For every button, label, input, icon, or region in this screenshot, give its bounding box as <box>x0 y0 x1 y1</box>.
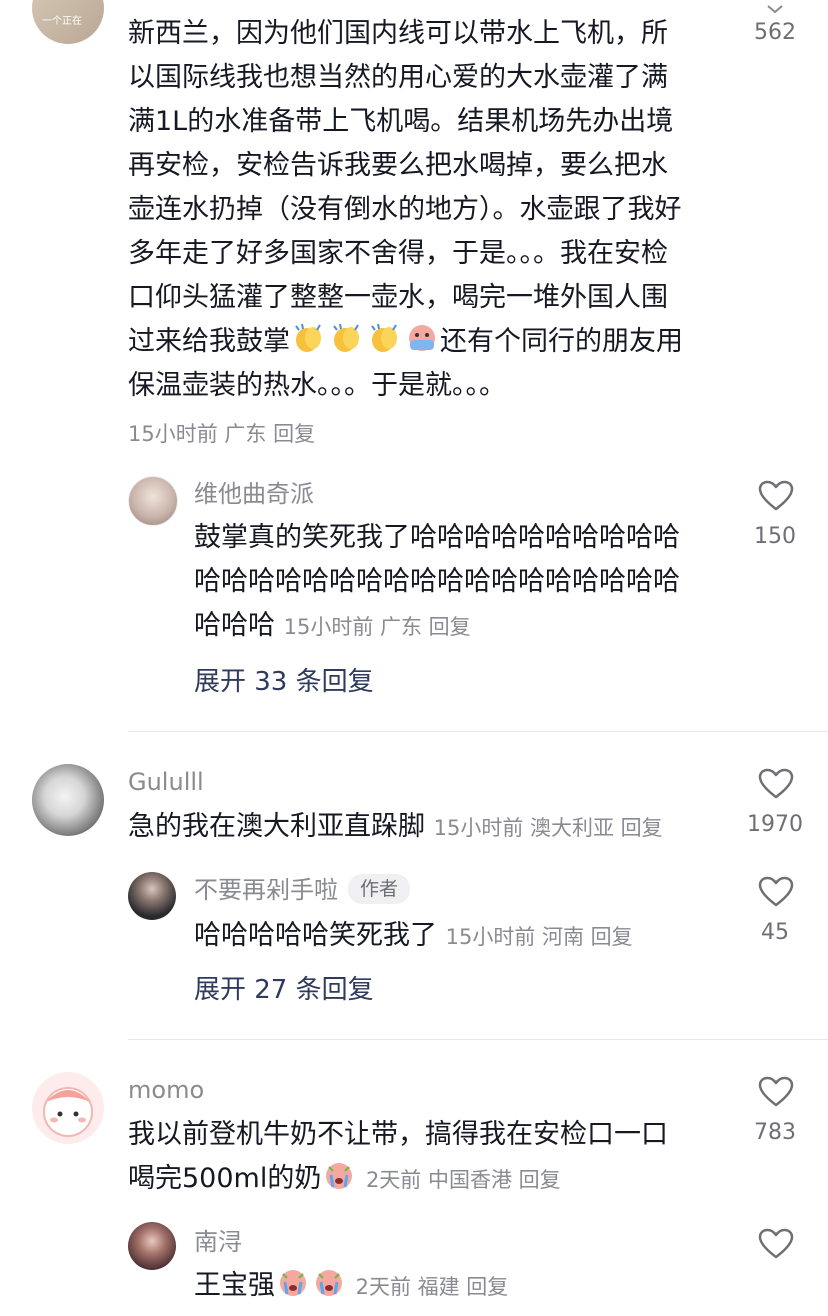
heart-outline-icon[interactable] <box>758 1076 794 1108</box>
expand-replies-button[interactable]: 展开 33 条回复 <box>194 664 374 700</box>
heart-outline-icon[interactable] <box>758 1228 794 1260</box>
clapping-hands-emoji-icon <box>328 322 366 368</box>
comment-line: 哈哈哈 15小时前 广东 回复 <box>194 604 471 649</box>
comment-fragment: 过来给我鼓掌 <box>128 326 290 357</box>
avatar[interactable] <box>128 476 178 526</box>
comment-line: 新西兰，因为他们国内线可以带水上飞机，所 <box>128 18 668 49</box>
like-count: 783 <box>754 1120 796 1145</box>
divider <box>128 731 828 732</box>
comment-line: 保温壶装的热水。。。于是就。。。 <box>128 370 506 401</box>
username[interactable]: 维他曲奇派 <box>194 478 314 510</box>
comment-line: 满1L的水准备带上飞机喝。结果机场先办出境 <box>128 106 674 137</box>
like-count: 1970 <box>747 812 803 837</box>
comment-line: 哈哈哈哈哈哈哈哈哈哈哈哈哈哈哈哈哈哈 <box>194 566 680 597</box>
comment-line: 以国际线我也想当然的用心爱的大水壶灌了满 <box>128 62 668 93</box>
comment-fragment: 急的我在澳大利亚直跺脚 <box>128 811 425 842</box>
avatar[interactable] <box>128 1222 176 1270</box>
comment-meta[interactable]: 15小时前 广东 回复 <box>284 615 471 639</box>
crying-face-emoji-icon <box>321 1159 357 1205</box>
username-text: 不要再剁手啦 <box>194 876 338 904</box>
comment-fragment: 还有个同行的朋友用 <box>440 326 683 357</box>
comment-line: 喝完500ml的奶 2天前 中国香港 回复 <box>128 1157 561 1205</box>
avatar[interactable]: 一个正在 <box>32 0 104 44</box>
scared-face-emoji-icon <box>404 322 440 368</box>
like-count: 45 <box>761 920 789 945</box>
comment-line: 再安检，安检告诉我要么把水喝掉，要么把水 <box>128 150 668 181</box>
comment-meta[interactable]: 15小时前 河南 回复 <box>446 925 633 949</box>
avatar[interactable] <box>32 764 104 836</box>
heart-outline-icon[interactable] <box>758 480 794 512</box>
comment-line: 多年走了好多国家不舍得，于是。。。我在安检 <box>128 238 668 269</box>
comment-line: 壶连水扔掉（没有倒水的地方）。水壶跟了我好 <box>128 194 682 225</box>
username[interactable]: momo <box>128 1074 204 1106</box>
comment-fragment: 喝完500ml的奶 <box>128 1163 322 1194</box>
comment-fragment: 王宝强 <box>194 1270 275 1301</box>
avatar[interactable] <box>32 1072 104 1144</box>
like-count: 562 <box>754 20 796 45</box>
comment-fragment: 哈哈哈 <box>194 610 275 641</box>
comment-meta[interactable]: 2天前 中国香港 回复 <box>366 1168 561 1192</box>
comment-fragment: 哈哈哈哈哈笑死我了 <box>194 920 437 951</box>
username[interactable]: Gululll <box>128 766 204 798</box>
crying-face-emoji-icon <box>311 1266 347 1312</box>
collapse-chevron-icon[interactable] <box>767 0 783 14</box>
heart-outline-icon[interactable] <box>758 876 794 908</box>
comment-line: 急的我在澳大利亚直跺脚 15小时前 澳大利亚 回复 <box>128 805 663 850</box>
comment-meta[interactable]: 15小时前 澳大利亚 回复 <box>434 816 663 840</box>
username[interactable]: 不要再剁手啦 作者 <box>194 874 411 906</box>
avatar[interactable] <box>128 872 176 920</box>
comment-line: 我以前登机牛奶不让带，搞得我在安检口一口 <box>128 1119 668 1150</box>
comment-line: 王宝强 2天前 福建 回复 <box>194 1264 508 1312</box>
clapping-hands-emoji-icon <box>366 322 404 368</box>
comment-line: 过来给我鼓掌 还有个同行的朋友用 <box>128 320 683 368</box>
comment-line: 鼓掌真的笑死我了哈哈哈哈哈哈哈哈哈哈 <box>194 522 680 553</box>
clapping-hands-emoji-icon <box>290 322 328 368</box>
comment-meta[interactable]: 2天前 福建 回复 <box>356 1275 509 1299</box>
cartoon-avatar-icon <box>43 1087 93 1137</box>
username[interactable]: 南浔 <box>194 1226 242 1258</box>
comment-line: 口仰头猛灌了整整一壶水，喝完一堆外国人围 <box>128 282 668 313</box>
avatar-caption: 一个正在 <box>42 16 82 27</box>
comment-line: 哈哈哈哈哈笑死我了 15小时前 河南 回复 <box>194 914 633 959</box>
expand-replies-button[interactable]: 展开 27 条回复 <box>194 972 374 1008</box>
like-count: 150 <box>754 524 796 549</box>
crying-face-emoji-icon <box>275 1266 311 1312</box>
comment-meta[interactable]: 15小时前 广东 回复 <box>128 418 315 448</box>
author-badge: 作者 <box>348 874 411 904</box>
divider <box>128 1039 828 1040</box>
heart-outline-icon[interactable] <box>758 768 794 800</box>
